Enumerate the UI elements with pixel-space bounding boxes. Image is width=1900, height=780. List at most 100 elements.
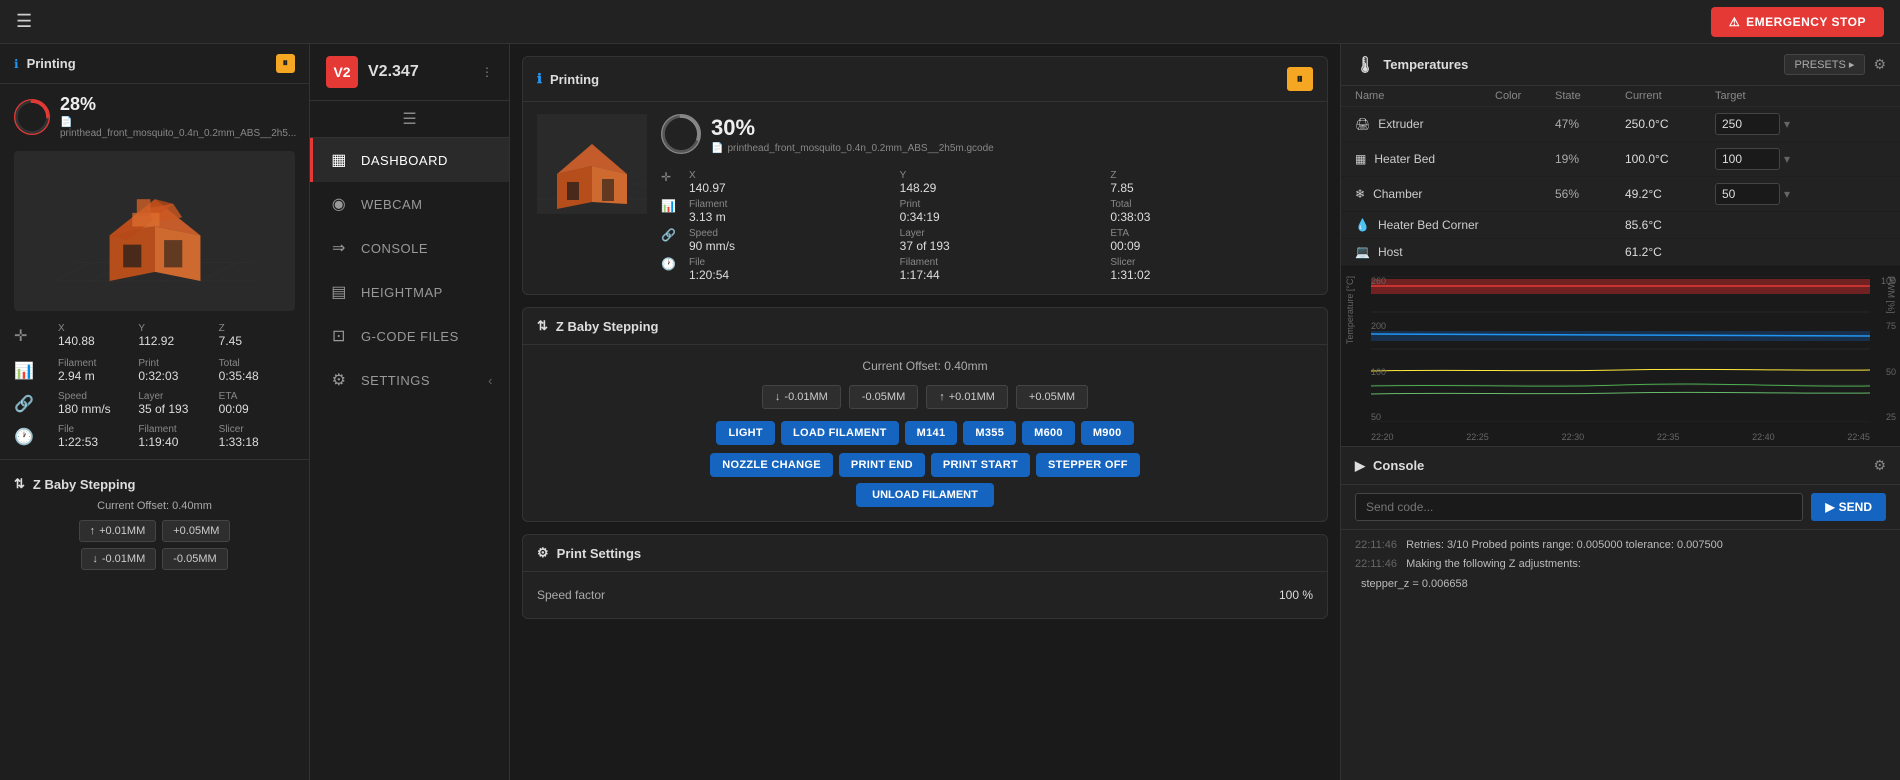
progress-section: 28% 📄 printhead_front_mosquito_0.4n_0.2m… xyxy=(0,84,309,145)
temp-row-chamber: ❄ Chamber 56% 49.2°C ▾ xyxy=(1341,177,1900,212)
nav-sidebar: V2 V2.347 ⋮ ☰ ▦ DASHBOARD ◉ WEBCAM ⇒ CON… xyxy=(310,44,510,780)
nav-menu-icon[interactable]: ⋮ xyxy=(481,65,493,79)
macro-nozzle-change-btn[interactable]: NOZZLE CHANGE xyxy=(710,453,833,477)
print-settings-header: ⚙ Print Settings xyxy=(523,535,1327,572)
gcode-files-icon: ⊡ xyxy=(329,326,349,346)
temp-table-header: Name Color State Current Target xyxy=(1341,86,1900,107)
console-title: ▶ Console xyxy=(1355,458,1424,474)
send-button[interactable]: ▶ SEND xyxy=(1811,493,1886,521)
z-baby-dn-01-btn[interactable]: ↓-0.01MM xyxy=(762,385,841,409)
z-baby-icon: ⇅ xyxy=(537,318,548,334)
left-pause-button[interactable]: ⏸ xyxy=(276,54,296,73)
sidebar-item-webcam[interactable]: ◉ WEBCAM xyxy=(310,182,509,226)
baby-dn-05-btn-left[interactable]: -0.05MM xyxy=(162,548,227,570)
main-content: ℹ Printing ⏸ xyxy=(510,44,1900,780)
left-panel-title: Printing xyxy=(27,56,76,71)
macro-unload-filament-btn[interactable]: UNLOAD FILAMENT xyxy=(856,483,994,507)
extruder-target-arrow[interactable]: ▾ xyxy=(1784,117,1790,131)
z-baby-up-01-btn[interactable]: ↑+0.01MM xyxy=(926,385,1008,409)
hamburger-icon[interactable]: ☰ xyxy=(16,11,32,32)
extruder-icon: 🖨 xyxy=(1355,117,1370,131)
heater-corner-current: 85.6°C xyxy=(1625,218,1715,232)
speed-factor-row: Speed factor 100 % xyxy=(537,584,1313,606)
printing-content: 30% 📄 printhead_front_mosquito_0.4n_0.2m… xyxy=(523,102,1327,294)
sidebar-item-label: WEBCAM xyxy=(361,197,423,212)
progress-circle xyxy=(14,99,50,135)
macro-m900-btn[interactable]: M900 xyxy=(1081,421,1134,445)
heater-bed-target-input[interactable] xyxy=(1715,148,1780,170)
bar-icon: 📊 xyxy=(661,199,681,224)
chamber-target-arrow[interactable]: ▾ xyxy=(1784,187,1790,201)
temp-header-right: PRESETS ▸ ⚙ xyxy=(1784,54,1887,75)
speed-factor-label: Speed factor xyxy=(537,588,605,602)
macro-m355-btn[interactable]: M355 xyxy=(963,421,1016,445)
heater-bed-target-arrow[interactable]: ▾ xyxy=(1784,152,1790,166)
emergency-stop-button[interactable]: ⚠ EMERGENCY STOP xyxy=(1711,7,1884,37)
log-entry: stepper_z = 0.006658 xyxy=(1355,577,1886,592)
sidebar-item-heightmap[interactable]: ▤ HEIGHTMAP xyxy=(310,270,509,314)
z-baby-card: ⇅ Z Baby Stepping Current Offset: 0.40mm… xyxy=(522,307,1328,522)
progress-percent: 28% xyxy=(60,94,296,115)
z-baby-title: ⇅ Z Baby Stepping xyxy=(537,318,658,334)
print-progress-row: 30% 📄 printhead_front_mosquito_0.4n_0.2m… xyxy=(661,114,1313,154)
extruder-state: 47% xyxy=(1555,117,1625,131)
settings2-icon: ⚙ xyxy=(537,545,549,561)
console-input[interactable] xyxy=(1355,493,1803,521)
extruder-target-input[interactable] xyxy=(1715,113,1780,135)
chamber-target-input[interactable] xyxy=(1715,183,1780,205)
speed-icon: 🔗 xyxy=(14,394,54,414)
host-icon: 💻 xyxy=(1355,245,1370,259)
temp-header: 🌡 Temperatures PRESETS ▸ ⚙ xyxy=(1341,44,1900,86)
temp-settings-button[interactable]: ⚙ xyxy=(1873,56,1886,73)
print-thumb-card xyxy=(537,114,647,214)
sidebar-item-console[interactable]: ⇒ CONSOLE xyxy=(310,226,509,270)
temp-row-heater-bed-corner: 💧 Heater Bed Corner 85.6°C xyxy=(1341,212,1900,239)
temp-icon: 🌡 xyxy=(1355,55,1375,75)
console-prompt-icon: ▶ xyxy=(1355,458,1365,474)
z-baby-dn-05-btn[interactable]: -0.05MM xyxy=(849,385,918,409)
time-stats: 🕐 File 1:22:53 Filament 1:19:40 Slicer 1… xyxy=(0,420,309,453)
sidebar-item-settings[interactable]: ⚙ SETTINGS ‹ xyxy=(310,358,509,402)
baby-btn-row-up: ↑+0.01MM +0.05MM xyxy=(14,520,295,542)
clock-icon: 🕐 xyxy=(14,427,54,447)
macro-print-end-btn[interactable]: PRINT END xyxy=(839,453,925,477)
print-settings-card: ⚙ Print Settings Speed factor 100 % xyxy=(522,534,1328,619)
z-baby-up-05-btn[interactable]: +0.05MM xyxy=(1016,385,1088,409)
sidebar-item-dashboard[interactable]: ▦ DASHBOARD xyxy=(310,138,509,182)
x-axis-labels: 22:20 22:25 22:30 22:35 22:40 22:45 xyxy=(1371,432,1870,442)
left-panel-header: ℹ Printing ⏸ xyxy=(0,44,309,84)
macro-print-start-btn[interactable]: PRINT START xyxy=(931,453,1030,477)
xyz-stats: ✛ X 140.88 Y 112.92 Z 7.45 xyxy=(0,317,309,354)
baby-dn-01-btn-left[interactable]: ↓-0.01MM xyxy=(81,548,156,570)
chamber-icon: ❄ xyxy=(1355,187,1365,201)
temp-chart-svg xyxy=(1371,276,1870,422)
y-axis-right-values: 100 75 50 25 xyxy=(1881,276,1900,422)
printing-card-title: ℹ Printing xyxy=(537,71,599,87)
top-bar: ☰ ⚠ EMERGENCY STOP xyxy=(0,0,1900,44)
print-thumbnail xyxy=(14,151,295,311)
temp-row-heater-bed: ▦ Heater Bed 19% 100.0°C ▾ xyxy=(1341,142,1900,177)
sidebar-item-gcode-files[interactable]: ⊡ G-CODE FILES xyxy=(310,314,509,358)
right-column: 🌡 Temperatures PRESETS ▸ ⚙ Name Color St… xyxy=(1340,44,1900,780)
file-icon: 📄 xyxy=(60,117,72,128)
nav-logo: V2 xyxy=(326,56,358,88)
speed-stats: 🔗 Speed 180 mm/s Layer 35 of 193 ETA 00:… xyxy=(0,387,309,420)
macro-buttons-row1: LIGHT LOAD FILAMENT M141 M355 M600 M900 xyxy=(537,421,1313,445)
baby-up-01-btn-left[interactable]: ↑+0.01MM xyxy=(79,520,157,542)
webcam-icon: ◉ xyxy=(329,194,349,214)
macro-m600-btn[interactable]: M600 xyxy=(1022,421,1075,445)
macro-light-btn[interactable]: LIGHT xyxy=(716,421,775,445)
warning-icon: ⚠ xyxy=(1729,15,1740,29)
console-settings-button[interactable]: ⚙ xyxy=(1873,457,1886,474)
nav-hamburger[interactable]: ☰ xyxy=(310,101,509,138)
macro-m141-btn[interactable]: M141 xyxy=(905,421,958,445)
presets-button[interactable]: PRESETS ▸ xyxy=(1784,54,1866,75)
macro-stepper-off-btn[interactable]: STEPPER OFF xyxy=(1036,453,1140,477)
baby-up-05-btn-left[interactable]: +0.05MM xyxy=(162,520,230,542)
macro-load-filament-btn[interactable]: LOAD FILAMENT xyxy=(781,421,899,445)
log-entry: 22:11:46 Making the following Z adjustme… xyxy=(1355,557,1886,572)
pause-button[interactable]: ⏸ xyxy=(1287,67,1314,91)
clock2-icon: 🕐 xyxy=(661,257,681,282)
filament-icon: 📊 xyxy=(14,361,54,381)
console-log: 22:11:46 Retries: 3/10 Probed points ran… xyxy=(1341,530,1900,780)
